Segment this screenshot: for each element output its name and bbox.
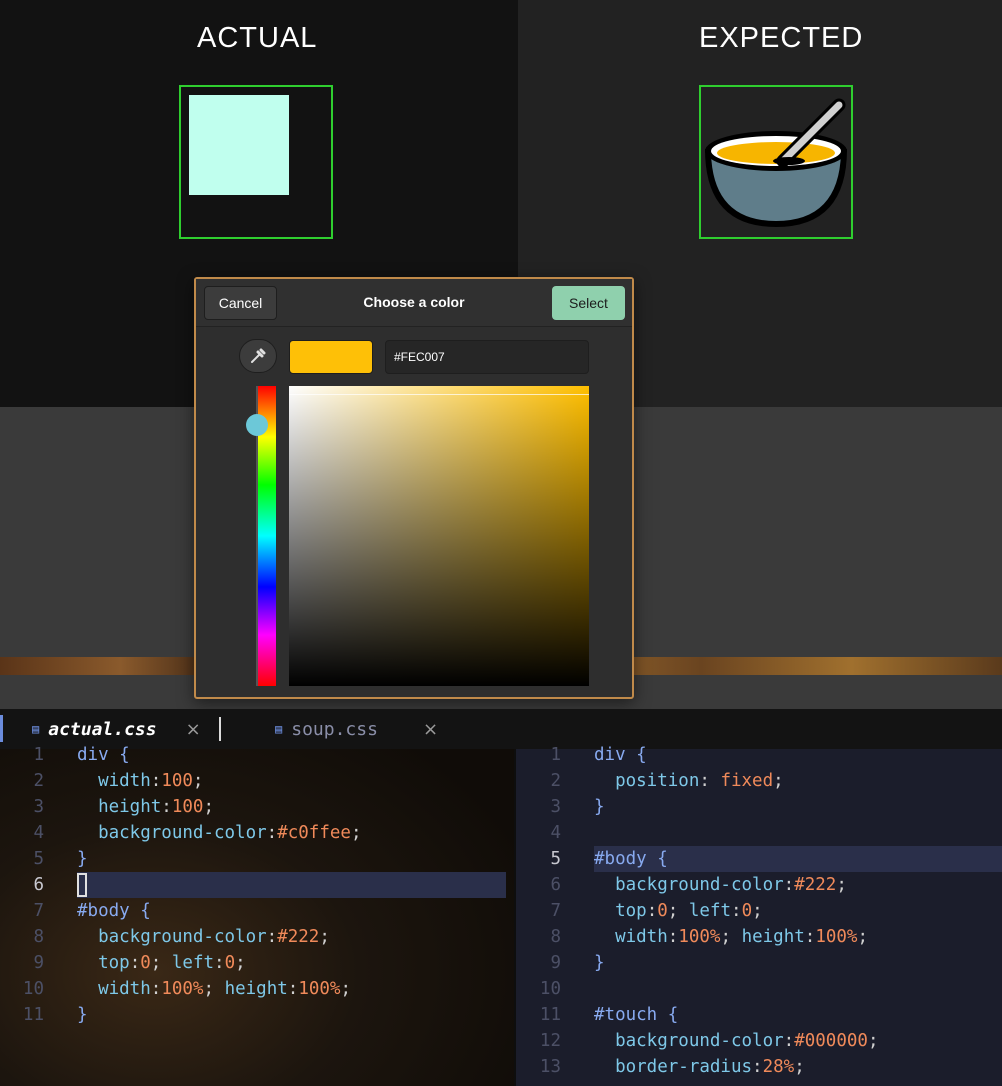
- line-number: 9: [33, 953, 44, 973]
- code-line[interactable]: #touch {: [594, 1002, 678, 1028]
- actual-frame: [179, 85, 333, 239]
- line-number: 11: [22, 1005, 44, 1025]
- actual-title: ACTUAL: [197, 22, 318, 54]
- active-tab-indicator: [0, 715, 3, 742]
- css-file-icon: ▤: [32, 722, 40, 736]
- eyedropper-button[interactable]: [239, 339, 277, 373]
- code-line[interactable]: width:100%; height:100%;: [77, 976, 351, 1002]
- line-number: 12: [539, 1031, 561, 1051]
- code-line[interactable]: div {: [594, 742, 647, 768]
- hex-color-input[interactable]: #FEC007: [385, 340, 589, 374]
- line-number: 10: [22, 979, 44, 999]
- line-number: 2: [33, 771, 44, 791]
- soup-bowl-icon: [705, 98, 847, 227]
- line-number: 5: [33, 849, 44, 869]
- code-line[interactable]: top:0; left:0;: [594, 898, 763, 924]
- tab-bar: ▤ actual.css × ▤ soup.css ×: [0, 709, 1002, 749]
- code-line[interactable]: width:100;: [77, 768, 203, 794]
- tab-label: soup.css: [291, 718, 378, 740]
- saturation-value-plane[interactable]: [289, 386, 589, 686]
- active-line-highlight: [77, 872, 506, 898]
- code-line[interactable]: }: [594, 794, 605, 820]
- color-chooser-dialog: Cancel Choose a color Select #FEC007: [194, 277, 634, 699]
- line-number: 6: [33, 875, 44, 895]
- hue-slider-handle[interactable]: [246, 414, 268, 436]
- line-number: 8: [550, 927, 561, 947]
- eyedropper-icon: [251, 348, 266, 363]
- line-number: 5: [550, 849, 561, 869]
- code-line[interactable]: background-color:#000000;: [594, 1028, 878, 1054]
- tab-soup-css[interactable]: ▤ soup.css ×: [275, 709, 438, 749]
- code-line[interactable]: border-radius:28%;: [594, 1054, 805, 1080]
- line-number: 3: [550, 797, 561, 817]
- tab-separator: [219, 717, 221, 741]
- code-line[interactable]: }: [77, 846, 88, 872]
- code-line[interactable]: }: [77, 1002, 88, 1028]
- dialog-header: Cancel Choose a color Select: [196, 279, 632, 327]
- line-number: 1: [33, 745, 44, 765]
- line-number: 4: [33, 823, 44, 843]
- current-color-swatch: [289, 340, 373, 374]
- line-number: 7: [550, 901, 561, 921]
- code-line[interactable]: height:100;: [77, 794, 214, 820]
- code-line[interactable]: background-color:#c0ffee;: [77, 820, 361, 846]
- code-line[interactable]: width:100%; height:100%;: [594, 924, 868, 950]
- code-line[interactable]: background-color:#222;: [77, 924, 330, 950]
- close-icon[interactable]: ×: [186, 719, 201, 740]
- line-number: 1: [550, 745, 561, 765]
- line-number: 8: [33, 927, 44, 947]
- select-button[interactable]: Select: [552, 286, 625, 320]
- plane-crosshair-line: [289, 394, 589, 395]
- code-line[interactable]: background-color:#222;: [594, 872, 847, 898]
- actual-div-square: [189, 95, 289, 195]
- line-number: 3: [33, 797, 44, 817]
- code-line[interactable]: div {: [77, 742, 130, 768]
- code-editor: ▤ actual.css × ▤ soup.css × 1 div { 2 widt…: [0, 709, 1002, 1086]
- code-line[interactable]: #body {: [594, 846, 668, 872]
- code-line[interactable]: }: [594, 950, 605, 976]
- line-number: 6: [550, 875, 561, 895]
- css-file-icon: ▤: [275, 722, 283, 736]
- code-line[interactable]: position: fixed;: [594, 768, 784, 794]
- expected-frame: [699, 85, 853, 239]
- close-icon[interactable]: ×: [423, 719, 438, 740]
- tab-label: actual.css: [48, 718, 157, 740]
- line-number: 4: [550, 823, 561, 843]
- line-number: 10: [539, 979, 561, 999]
- text-cursor: [77, 873, 87, 897]
- line-number: 11: [539, 1005, 561, 1025]
- line-number: 13: [539, 1057, 561, 1077]
- code-line[interactable]: #body {: [77, 898, 151, 924]
- expected-title: EXPECTED: [699, 22, 864, 54]
- code-line[interactable]: top:0; left:0;: [77, 950, 246, 976]
- line-number: 2: [550, 771, 561, 791]
- line-number: 9: [550, 953, 561, 973]
- pane-divider[interactable]: [514, 742, 516, 1086]
- line-number: 7: [33, 901, 44, 921]
